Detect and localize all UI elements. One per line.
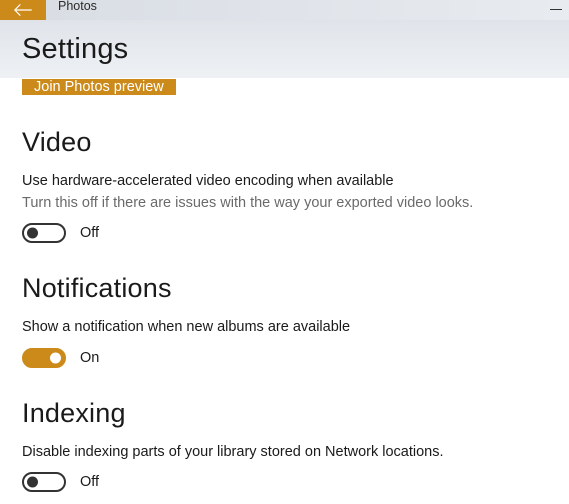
page-header: Settings <box>0 20 569 78</box>
indexing-toggle[interactable] <box>22 472 66 492</box>
video-setting-title: Use hardware-accelerated video encoding … <box>22 172 547 192</box>
video-toggle-row: Off <box>22 223 547 243</box>
notifications-toggle-state: On <box>80 350 99 366</box>
minimize-button[interactable] <box>549 2 563 16</box>
notifications-toggle-row: On <box>22 348 547 368</box>
video-toggle-state: Off <box>80 225 99 241</box>
back-button[interactable] <box>0 0 46 20</box>
arrow-left-icon <box>14 3 32 17</box>
notifications-toggle[interactable] <box>22 348 66 368</box>
titlebar: Photos <box>0 0 569 20</box>
toggle-knob <box>27 228 38 239</box>
minimize-icon <box>550 9 562 10</box>
toggle-knob <box>50 352 61 363</box>
indexing-setting-title: Disable indexing parts of your library s… <box>22 443 547 463</box>
section-heading-indexing: Indexing <box>22 398 547 429</box>
video-toggle[interactable] <box>22 223 66 243</box>
page-title: Settings <box>22 33 128 66</box>
indexing-toggle-row: Off <box>22 472 547 492</box>
indexing-toggle-state: Off <box>80 474 99 490</box>
join-preview-button[interactable]: Join Photos preview <box>22 79 176 95</box>
video-setting-subtitle: Turn this off if there are issues with t… <box>22 194 547 214</box>
toggle-knob <box>27 477 38 488</box>
notifications-setting-title: Show a notification when new albums are … <box>22 318 547 338</box>
section-heading-notifications: Notifications <box>22 273 547 304</box>
section-heading-video: Video <box>22 127 547 158</box>
app-title: Photos <box>46 0 97 13</box>
settings-content: Join Photos preview Video Use hardware-a… <box>0 78 569 492</box>
